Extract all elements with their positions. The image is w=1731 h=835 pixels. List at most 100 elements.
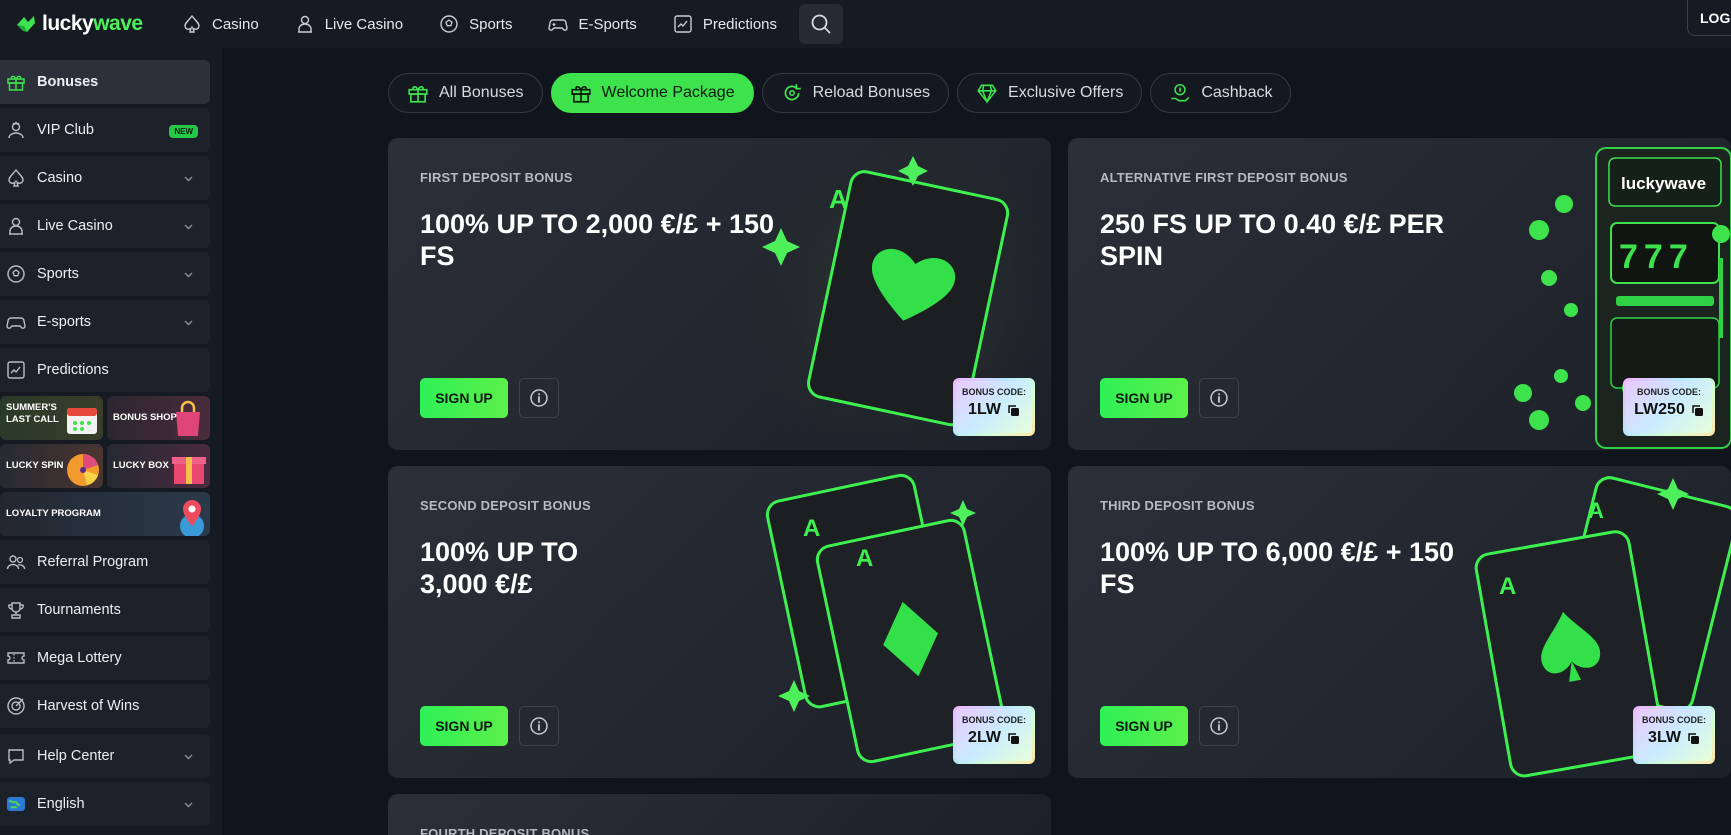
- cashback-icon: [1171, 83, 1190, 102]
- sidebar-item-esports[interactable]: E-sports: [0, 300, 210, 344]
- info-icon: [1210, 717, 1228, 735]
- dealer-icon: [297, 15, 312, 33]
- info-icon: [530, 717, 548, 735]
- promo-loyalty-program[interactable]: LOYALTY PROGRAM: [0, 492, 210, 536]
- card-title: 250 FS UP TO 0.40 €/£ PER SPIN: [1100, 209, 1445, 271]
- sidebar-item-help-center[interactable]: Help Center: [0, 734, 210, 778]
- bonus-code-label: BONUS CODE:: [1636, 387, 1701, 397]
- sidebar-item-predictions[interactable]: Predictions: [0, 348, 210, 392]
- globe-icon: [7, 797, 25, 811]
- logo[interactable]: luckywave: [14, 12, 164, 36]
- sign-up-button[interactable]: SIGN UP: [420, 378, 508, 418]
- diamond-icon: [977, 84, 997, 104]
- sidebar-item-label: E-sports: [37, 314, 91, 330]
- sidebar-item-casino[interactable]: Casino: [0, 156, 210, 200]
- sidebar: Bonuses VIP Club NEW Casino Live Casino …: [0, 48, 222, 835]
- bonus-code-label: BONUS CODE:: [961, 387, 1026, 397]
- sidebar-item-live-casino[interactable]: Live Casino: [0, 204, 210, 248]
- chevron-down-icon: [184, 224, 193, 230]
- user-crown-icon: [8, 121, 24, 139]
- bonus-code-label: BONUS CODE:: [1641, 715, 1706, 725]
- sidebar-item-label: Bonuses: [37, 74, 99, 90]
- sidebar-item-label: Tournaments: [37, 602, 121, 618]
- bonus-code-value: LW250: [1634, 401, 1685, 418]
- soccer-ball-icon: [440, 15, 458, 33]
- topnav-live-casino[interactable]: Live Casino: [277, 8, 421, 40]
- sidebar-item-referral-program[interactable]: Referral Program: [0, 540, 210, 584]
- soccer-ball-icon: [7, 265, 25, 283]
- svg-text:A: A: [803, 515, 820, 542]
- sidebar-item-language[interactable]: English: [0, 782, 210, 826]
- topnav-predictions[interactable]: Predictions: [655, 8, 795, 40]
- info-icon: [530, 389, 548, 407]
- copy-icon[interactable]: [1687, 732, 1700, 745]
- svg-text:luckywave: luckywave: [1621, 174, 1706, 193]
- card-title: 100% UP TO 3,000 €/£: [420, 537, 579, 599]
- topnav-esports-label: E-Sports: [578, 15, 637, 33]
- sidebar-item-label: Harvest of Wins: [37, 698, 140, 714]
- info-button[interactable]: [519, 378, 559, 418]
- dealer-icon: [9, 217, 23, 235]
- logo-wave-icon: [17, 16, 35, 32]
- sidebar-item-vip-club[interactable]: VIP Club NEW: [0, 108, 210, 152]
- users-icon: [6, 555, 26, 570]
- info-icon: [1210, 389, 1228, 407]
- bonus-code-badge[interactable]: BONUS CODE: 3LW: [1633, 706, 1715, 764]
- svg-text:A: A: [1499, 573, 1516, 600]
- sidebar-item-sports[interactable]: Sports: [0, 252, 210, 296]
- logo-text: luckywave: [42, 12, 143, 35]
- topnav-predictions-label: Predictions: [702, 15, 778, 33]
- copy-icon[interactable]: [1007, 404, 1020, 417]
- copy-icon[interactable]: [1007, 732, 1020, 745]
- tab-all-bonuses[interactable]: All Bonuses: [388, 73, 543, 113]
- sidebar-item-label: Sports: [37, 266, 79, 282]
- sidebar-item-label: Help Center: [37, 748, 115, 764]
- topnav-sports[interactable]: Sports: [421, 8, 530, 40]
- login-button[interactable]: LOG: [1687, 0, 1731, 36]
- tab-reload-bonuses[interactable]: Reload Bonuses: [761, 73, 950, 113]
- info-button[interactable]: [1199, 706, 1239, 746]
- sidebar-item-label: English: [37, 796, 85, 812]
- bonus-card-alternative-first-deposit: luckywave 777 ALTERNATIVE FIRST DEPOSIT …: [1068, 138, 1731, 450]
- gift-icon: [7, 75, 25, 91]
- sidebar-item-bonuses[interactable]: Bonuses: [0, 60, 210, 104]
- gamepad-icon: [548, 19, 569, 31]
- top-nav: Casino Live Casino Sports E-Sports Predi…: [164, 0, 844, 48]
- copy-icon[interactable]: [1691, 404, 1704, 417]
- bonus-code-badge[interactable]: BONUS CODE: LW250: [1623, 378, 1715, 436]
- sidebar-item-label: Referral Program: [37, 554, 149, 570]
- tab-exclusive-offers[interactable]: Exclusive Offers: [957, 73, 1143, 113]
- tab-label: Welcome Package: [601, 84, 735, 101]
- sign-up-button[interactable]: SIGN UP: [1100, 706, 1188, 746]
- topnav-esports[interactable]: E-Sports: [530, 8, 654, 40]
- sidebar-item-label: Predictions: [37, 362, 109, 378]
- sidebar-item-label: VIP Club: [37, 122, 94, 138]
- info-button[interactable]: [519, 706, 559, 746]
- sign-up-button[interactable]: SIGN UP: [420, 706, 508, 746]
- svg-text:A: A: [856, 545, 873, 572]
- promo-lucky-spin[interactable]: LUCKY SPIN: [0, 444, 103, 488]
- sidebar-item-tournaments[interactable]: Tournaments: [0, 588, 210, 632]
- promo-lucky-box[interactable]: LUCKY BOX: [107, 444, 210, 488]
- tab-label: All Bonuses: [439, 84, 524, 101]
- sign-up-button[interactable]: SIGN UP: [1100, 378, 1188, 418]
- sidebar-item-harvest-of-wins[interactable]: Harvest of Wins: [0, 684, 210, 728]
- ticket-icon: [7, 652, 25, 664]
- promo-summers-last-call[interactable]: SUMMER'S LAST CALL: [0, 396, 103, 440]
- bonus-code-badge[interactable]: BONUS CODE: 2LW: [953, 706, 1035, 764]
- search-button[interactable]: [799, 4, 844, 44]
- promo-bonus-shop[interactable]: BONUS SHOP: [107, 396, 210, 440]
- svg-text:777: 777: [1619, 238, 1694, 276]
- tab-label: Reload Bonuses: [812, 84, 931, 101]
- topnav-casino[interactable]: Casino: [164, 8, 277, 40]
- tab-welcome-package[interactable]: Welcome Package: [550, 73, 754, 113]
- sidebar-item-mega-lottery[interactable]: Mega Lottery: [0, 636, 210, 680]
- chevron-down-icon: [184, 802, 193, 808]
- bonus-code-badge[interactable]: BONUS CODE: 1LW: [953, 378, 1035, 436]
- card-subtitle: SECOND DEPOSIT BONUS: [420, 498, 591, 513]
- top-bar: luckywave Casino Live Casino Sports E-Sp…: [0, 0, 1731, 48]
- card-subtitle: FOURTH DEPOSIT BONUS: [420, 826, 590, 835]
- bonus-card-third-deposit: A A THIRD DEPOSIT BONUS 100% UP TO 6,000…: [1068, 466, 1731, 778]
- tab-cashback[interactable]: Cashback: [1150, 73, 1292, 113]
- info-button[interactable]: [1199, 378, 1239, 418]
